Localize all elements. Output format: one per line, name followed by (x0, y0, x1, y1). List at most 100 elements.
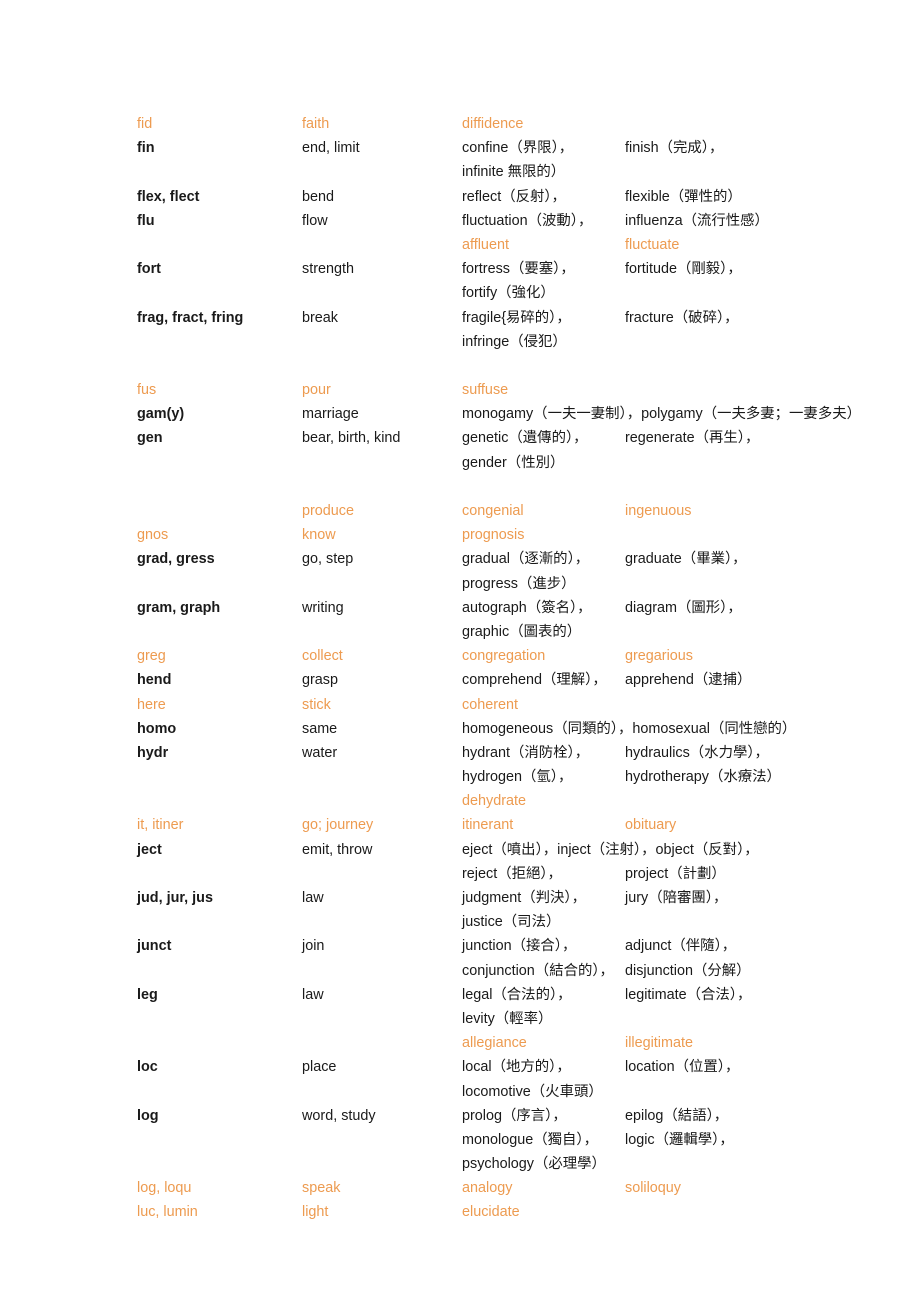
examples-cell-1: itinerant (462, 817, 514, 834)
table-row: flex, flect bend reflect（反射）， flexible（彈性的） (137, 185, 907, 209)
root-cell: greg (137, 648, 166, 665)
examples-cell-1: homogeneous（同類的），homosexual（同性戀的） (462, 720, 797, 737)
meaning-cell: word, study (302, 1107, 376, 1124)
table-row: infinite 無限的） (137, 160, 907, 184)
root-cell: fus (137, 382, 157, 399)
meaning-cell: faith (302, 116, 330, 132)
root-cell: here (137, 696, 166, 713)
examples-cell-1: elucidate (462, 1204, 520, 1221)
examples-cell-1: legal（合法的）， (462, 986, 572, 1003)
examples-cell-1: infringe（侵犯） (462, 333, 567, 350)
examples-cell-2: influenza（流行性感） (625, 212, 769, 229)
examples-cell-1: conjunction（結合的）， (462, 962, 614, 979)
root-cell: luc, lumin (137, 1204, 198, 1221)
meaning-cell: bend (302, 188, 335, 205)
root-cell: jud, jur, jus (137, 890, 213, 906)
root-cell: flex, flect (137, 188, 200, 205)
root-cell: it, itiner (137, 817, 184, 834)
root-cell: gam(y) (137, 406, 185, 423)
examples-cell-1: infinite 無限的） (462, 164, 566, 181)
examples-cell-2: legitimate（合法）， (625, 986, 752, 1003)
examples-cell-1: gradual（逐漸的）， (462, 551, 590, 568)
table-row: dehydrate (137, 789, 907, 813)
examples-cell-1: progress（進步） (462, 575, 576, 592)
examples-cell-2: hydrotherapy（水療法） (625, 769, 781, 786)
examples-cell-1: gender（性別） (462, 454, 565, 471)
table-row: frag, fract, fring break fragile{易碎的）， frac… (137, 306, 907, 330)
examples-cell-2: fluctuate (625, 236, 680, 253)
examples-cell-1: levity（輕率） (462, 1010, 553, 1027)
table-row: junct join junction（接合）， adjunct（伴隨）， (137, 934, 907, 958)
examples-cell-1: reflect（反射）， (462, 188, 566, 205)
table-row: it, itiner go; journey itinerant obituary (137, 813, 907, 837)
table-row: gender（性別） (137, 451, 907, 475)
examples-cell-1: prolog（序言）， (462, 1107, 567, 1124)
table-row: affluent fluctuate (137, 233, 907, 257)
table-row: greg collect congregation gregarious (137, 644, 907, 668)
meaning-cell: law (302, 986, 324, 1003)
examples-cell-2: logic（邏輯學）， (625, 1131, 734, 1148)
meaning-cell: join (302, 938, 325, 955)
examples-cell-2: finish（完成）， (625, 140, 724, 157)
root-cell: loc (137, 1059, 158, 1076)
table-row: monologue（獨自）， logic（邏輯學）， (137, 1128, 907, 1152)
examples-cell-2: adjunct（伴隨）， (625, 938, 737, 955)
meaning-cell: break (302, 309, 338, 326)
root-cell: fid (137, 116, 153, 132)
table-row: produce congenial ingenuous (137, 499, 907, 523)
examples-cell-2: epilog（結語）， (625, 1107, 729, 1124)
table-row: progress（進步） (137, 572, 907, 596)
examples-cell-1: monologue（獨自）， (462, 1131, 598, 1148)
table-row: gam(y) marriage monogamy（一夫一妻制），polygamy（一… (137, 402, 907, 426)
table-row: loc place local（地方的）， location（位置）， (137, 1055, 907, 1079)
table-row-spacer (137, 475, 907, 499)
root-cell: flu (137, 212, 155, 229)
examples-cell-1: locomotive（火車頭） (462, 1083, 603, 1100)
table-row: gram, graph writing autograph（簽名）， diagram（… (137, 596, 907, 620)
table-row: log, loqu speak analogy soliloquy (137, 1176, 907, 1200)
table-row: levity（輕率） (137, 1007, 907, 1031)
root-cell: grad, gress (137, 551, 215, 568)
examples-cell-1: hydrant（消防栓）， (462, 744, 590, 761)
table-row: flu flow fluctuation（波動）， influenza（流行性感） (137, 209, 907, 233)
examples-cell-2: hydraulics（水力學）， (625, 744, 769, 761)
root-cell: leg (137, 986, 158, 1003)
table-row: luc, lumin light elucidate (137, 1200, 907, 1224)
root-cell: ject (137, 841, 162, 858)
table-row: fortify（強化） (137, 281, 907, 305)
examples-cell-1: judgment（判決）， (462, 890, 586, 906)
examples-cell-2: location（位置）， (625, 1059, 740, 1076)
meaning-cell: grasp (302, 672, 338, 689)
table-row: justice（司法） (137, 910, 907, 934)
examples-cell-1: fragile{易碎的）， (462, 309, 571, 326)
table-row: graphic（圖表的） (137, 620, 907, 644)
document-page: fid faith diffidence fin end, limit confine（界… (0, 0, 920, 1302)
table-row: fus pour suffuse (137, 378, 907, 402)
table-row: infringe（侵犯） (137, 330, 907, 354)
meaning-cell: same (302, 720, 338, 737)
examples-cell-1: diffidence (462, 116, 524, 132)
examples-cell-2: project（計劃） (625, 865, 726, 882)
table-row: log word, study prolog（序言）， epilog（結語）， (137, 1104, 907, 1128)
examples-cell-1: coherent (462, 696, 519, 713)
root-cell: frag, fract, fring (137, 309, 244, 326)
examples-cell-1: autograph（簽名）， (462, 599, 592, 616)
table-row: fort strength fortress（要塞）， fortitude（剛毅）， (137, 257, 907, 281)
examples-cell-2: obituary (625, 817, 677, 834)
meaning-cell: light (302, 1204, 329, 1221)
table-row: hydrogen（氫）， hydrotherapy（水療法） (137, 765, 907, 789)
table-row: hend grasp comprehend（理解）， apprehend（逮捕） (137, 668, 907, 692)
table-row: conjunction（結合的）， disjunction（分解） (137, 959, 907, 983)
meaning-cell: pour (302, 382, 331, 399)
root-cell: homo (137, 720, 177, 737)
examples-cell-1: local（地方的）， (462, 1059, 571, 1076)
table-row: hydr water hydrant（消防栓）， hydraulics（水力學）， (137, 741, 907, 765)
meaning-cell: end, limit (302, 140, 360, 157)
table-row: locomotive（火車頭） (137, 1080, 907, 1104)
examples-cell-2: diagram（圖形）， (625, 599, 742, 616)
table-row: allegiance illegitimate (137, 1031, 907, 1055)
examples-cell-1: congregation (462, 648, 546, 665)
root-cell: log, loqu (137, 1180, 192, 1197)
examples-cell-2: jury（陪審團）， (625, 890, 728, 906)
examples-cell-1: genetic（遺傳的）， (462, 430, 588, 447)
